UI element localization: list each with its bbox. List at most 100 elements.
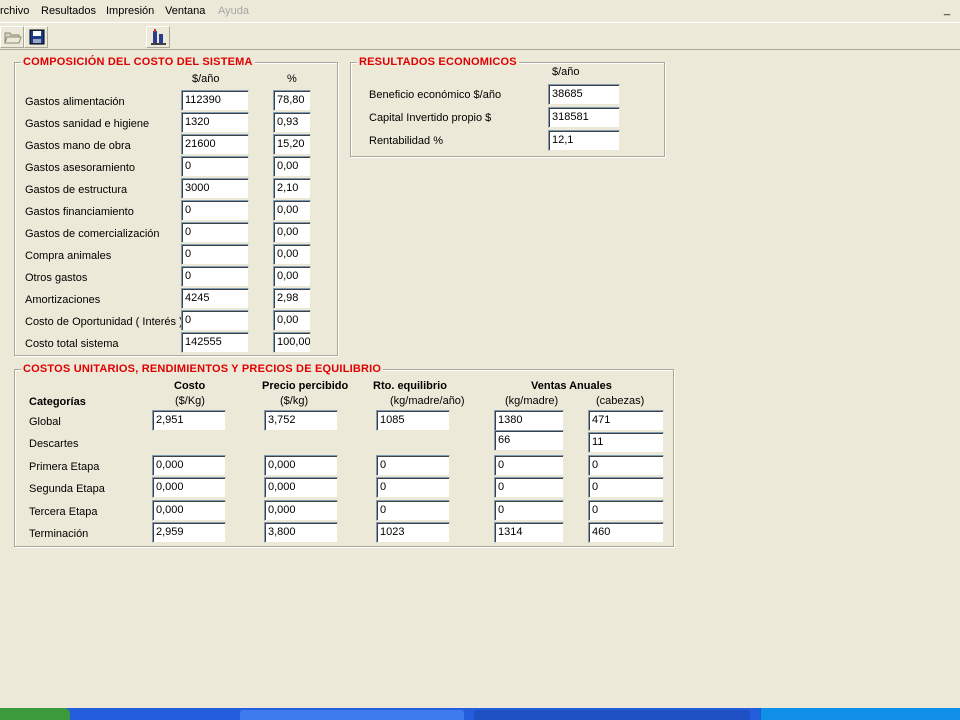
cost-item-label: Gastos de comercialización	[25, 228, 160, 240]
ventas-kg-unit-header: (kg/madre)	[505, 395, 559, 407]
cost-item-label: Gastos de estructura	[25, 184, 128, 196]
rto-field[interactable]: 0	[376, 454, 450, 476]
cost-value-field[interactable]: 1320	[181, 112, 249, 133]
rto-field[interactable]: 1023	[376, 522, 450, 543]
cost-value-field[interactable]: 112390	[181, 90, 249, 111]
precio-field[interactable]: 3,800	[264, 522, 338, 543]
precio-field[interactable]: 3,752	[264, 410, 338, 431]
menu-resultados[interactable]: Resultados	[41, 4, 96, 18]
costo-field[interactable]: 2,951	[152, 410, 226, 431]
ventas-cab-field[interactable]: 460	[588, 522, 664, 543]
cost-item-label: Gastos financiamiento	[25, 206, 134, 218]
composicion-col-pct: %	[287, 73, 297, 85]
economic-item-label: Rentabilidad %	[369, 135, 443, 147]
ventas-kg-field[interactable]: 0	[494, 499, 564, 521]
costo-field[interactable]: 2,959	[152, 522, 226, 543]
menu-ayuda[interactable]: Ayuda	[218, 4, 249, 18]
cost-value-field[interactable]: 0	[181, 156, 249, 177]
taskbar-button[interactable]	[240, 710, 464, 720]
category-label: Tercera Etapa	[29, 505, 98, 518]
menu-ventana[interactable]: Ventana	[165, 4, 205, 18]
ventas-cab-field[interactable]: 11	[588, 432, 664, 454]
economic-value-field[interactable]: 12,1	[548, 130, 620, 151]
ventas-cab-field[interactable]: 0	[588, 454, 664, 476]
unitarios-group: COSTOS UNITARIOS, RENDIMIENTOS Y PRECIOS…	[14, 362, 674, 547]
save-button[interactable]	[24, 26, 48, 48]
toolbar	[0, 22, 960, 50]
save-disk-icon	[29, 29, 45, 45]
economicos-group: RESULTADOS ECONOMICOS $/año Beneficio ec…	[350, 55, 665, 157]
cost-pct-field[interactable]: 78,80	[273, 90, 311, 111]
cost-item-label: Otros gastos	[25, 272, 88, 284]
precio-field[interactable]: 0,000	[264, 477, 338, 499]
rto-field[interactable]: 0	[376, 477, 450, 499]
ventas-kg-field[interactable]: 1380	[494, 410, 564, 431]
cost-pct-field[interactable]: 0,00	[273, 222, 311, 243]
taskbar	[0, 708, 960, 720]
cost-value-field[interactable]: 4245	[181, 288, 249, 309]
ventas-cab-field[interactable]: 471	[588, 410, 664, 431]
menu-impresion[interactable]: Impresión	[106, 4, 154, 18]
cost-item-label: Gastos mano de obra	[25, 140, 131, 152]
unitarios-title: COSTOS UNITARIOS, RENDIMIENTOS Y PRECIOS…	[21, 362, 384, 376]
costo-header: Costo	[174, 380, 206, 392]
report-icon	[151, 29, 166, 45]
rto-header: Rto. equilibrio	[373, 380, 447, 392]
cost-item-label: Amortizaciones	[25, 294, 101, 306]
cost-pct-field[interactable]: 2,98	[273, 288, 311, 309]
rto-field[interactable]: 0	[376, 499, 450, 521]
cost-value-field[interactable]: 0	[181, 244, 249, 265]
category-label: Terminación	[29, 528, 89, 540]
ventas-kg-field[interactable]: 0	[494, 454, 564, 476]
cost-value-field[interactable]: 0	[181, 266, 249, 287]
cost-pct-field[interactable]: 0,00	[273, 244, 311, 265]
costo-unit-header: ($/Kg)	[175, 395, 205, 407]
rto-unit-header: (kg/madre/año)	[390, 395, 465, 407]
costo-field[interactable]: 0,000	[152, 477, 226, 499]
ventas-kg-field[interactable]: 0	[494, 477, 564, 499]
rto-field[interactable]: 1085	[376, 410, 450, 431]
cost-pct-field[interactable]: 15,20	[273, 134, 311, 155]
economic-item-label: Capital Invertido propio $	[369, 112, 492, 124]
ventas-kg-field[interactable]: 66	[494, 430, 564, 452]
cost-item-label: Compra animales	[25, 250, 112, 262]
cost-value-field[interactable]: 0	[181, 222, 249, 243]
cost-item-label: Gastos asesoramiento	[25, 162, 136, 174]
cost-pct-field[interactable]: 2,10	[273, 178, 311, 199]
cost-pct-field[interactable]: 0,00	[273, 266, 311, 287]
report-button[interactable]	[146, 26, 170, 48]
open-button[interactable]	[0, 26, 24, 48]
economic-item-label: Beneficio económico $/año	[369, 89, 502, 101]
cost-pct-field[interactable]: 0,93	[273, 112, 311, 133]
cost-item-label: Gastos alimentación	[25, 96, 125, 108]
composicion-group: COMPOSICIÓN DEL COSTO DEL SISTEMA $/año …	[14, 55, 338, 356]
minimize-button[interactable]: _	[940, 4, 954, 18]
precio-field[interactable]: 0,000	[264, 499, 338, 521]
cost-pct-field[interactable]: 0,00	[273, 310, 311, 331]
cost-pct-field[interactable]: 0,00	[273, 200, 311, 221]
cost-pct-field[interactable]: 100,00	[273, 332, 311, 353]
economic-value-field[interactable]: 318581	[548, 107, 620, 128]
economicos-title: RESULTADOS ECONOMICOS	[357, 55, 519, 69]
menu-archivo[interactable]: rchivo	[0, 4, 29, 18]
category-label: Primera Etapa	[29, 460, 100, 473]
ventas-cab-field[interactable]: 0	[588, 499, 664, 521]
costo-field[interactable]: 0,000	[152, 499, 226, 521]
precio-header: Precio percibido	[262, 380, 349, 392]
taskbar-button-active[interactable]	[474, 710, 750, 720]
ventas-kg-field[interactable]: 1314	[494, 522, 564, 543]
economic-value-field[interactable]: 38685	[548, 84, 620, 105]
cost-value-field[interactable]: 0	[181, 310, 249, 331]
cost-item-label: Costo de Oportunidad ( Interés )	[25, 316, 183, 328]
precio-field[interactable]: 0,000	[264, 454, 338, 476]
cost-value-field[interactable]: 0	[181, 200, 249, 221]
ventas-cab-unit-header: (cabezas)	[596, 395, 645, 407]
cost-value-field[interactable]: 142555	[181, 332, 249, 353]
ventas-cab-field[interactable]: 0	[588, 477, 664, 499]
ventas-header: Ventas Anuales	[531, 380, 612, 392]
cost-value-field[interactable]: 3000	[181, 178, 249, 199]
cost-value-field[interactable]: 21600	[181, 134, 249, 155]
start-button[interactable]	[0, 708, 70, 720]
costo-field[interactable]: 0,000	[152, 454, 226, 476]
cost-pct-field[interactable]: 0,00	[273, 156, 311, 177]
